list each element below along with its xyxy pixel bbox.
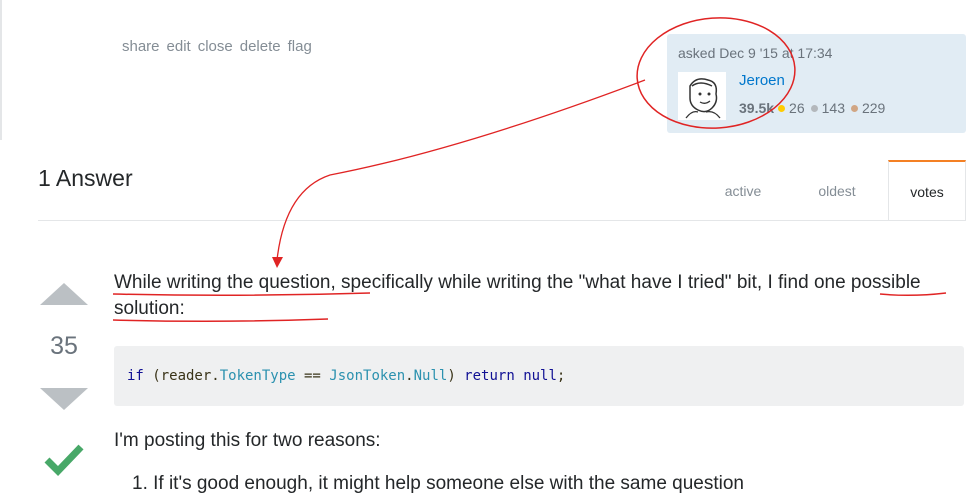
answer-paragraph-1: While writing the question, specifically… xyxy=(114,270,959,322)
code-text: . xyxy=(405,368,414,384)
gold-badge-count: 26 xyxy=(789,100,805,116)
asked-time: asked Dec 9 '15 at 17:34 xyxy=(678,45,833,61)
close-link[interactable]: close xyxy=(198,38,233,55)
highlighted-phrase-1: While writing the question xyxy=(114,272,331,293)
tab-oldest[interactable]: oldest xyxy=(786,160,888,221)
list-item: 1. If it's good enough, it might help so… xyxy=(132,473,744,494)
accepted-checkmark-icon xyxy=(44,444,84,476)
silver-badge-icon xyxy=(810,104,818,112)
code-member: Null xyxy=(413,368,448,384)
answer-paragraph-2: I'm posting this for two reasons: xyxy=(114,430,381,451)
code-keyword: if xyxy=(127,368,144,384)
user-name-link[interactable]: Jeroen xyxy=(739,72,785,89)
code-block: if (reader.TokenType == JsonToken.Null) … xyxy=(114,346,964,406)
code-text: == xyxy=(295,368,330,384)
tabs-divider xyxy=(38,220,965,221)
bronze-badge: 229 xyxy=(850,100,886,116)
annotation-arrow-line xyxy=(276,79,646,261)
upvote-arrow-icon[interactable] xyxy=(40,283,88,305)
flag-link[interactable]: flag xyxy=(288,38,312,55)
silver-badge-count: 143 xyxy=(821,100,845,116)
answer-text-end: : xyxy=(179,298,185,319)
answer-text-mid: , specifically while writing the "what h… xyxy=(330,272,768,293)
tab-active[interactable]: active xyxy=(700,160,786,221)
code-keyword: return xyxy=(464,368,515,384)
tab-votes[interactable]: votes xyxy=(888,160,966,221)
reputation-line: 39.5k 26 143 229 xyxy=(739,100,891,116)
bronze-badge-icon xyxy=(850,104,858,112)
gold-badge-icon xyxy=(778,104,786,112)
sort-tabs: active oldest votes xyxy=(700,160,966,221)
code-keyword: null xyxy=(523,368,557,384)
code-text: (reader. xyxy=(143,368,220,384)
code-text: ; xyxy=(556,368,566,384)
silver-badge: 143 xyxy=(810,100,845,116)
user-card: asked Dec 9 '15 at 17:34 Jeroen 39.5k 26… xyxy=(667,34,966,133)
left-rail xyxy=(0,0,2,140)
post-menu: share edit close delete flag xyxy=(122,38,312,55)
code-type: JsonToken xyxy=(329,368,406,384)
code-member: TokenType xyxy=(219,368,296,384)
delete-link[interactable]: delete xyxy=(240,38,281,55)
vote-count: 35 xyxy=(50,332,78,360)
code-text: ) xyxy=(447,368,465,384)
downvote-arrow-icon[interactable] xyxy=(40,388,88,410)
user-avatar[interactable] xyxy=(678,72,726,120)
bronze-badge-count: 229 xyxy=(861,100,886,116)
annotation-arrowhead xyxy=(272,257,283,268)
answers-count-header: 1 Answer xyxy=(38,165,133,191)
reputation-score: 39.5k xyxy=(739,100,775,116)
gold-badge: 26 xyxy=(778,100,805,116)
share-link[interactable]: share xyxy=(122,38,160,55)
edit-link[interactable]: edit xyxy=(167,38,191,55)
